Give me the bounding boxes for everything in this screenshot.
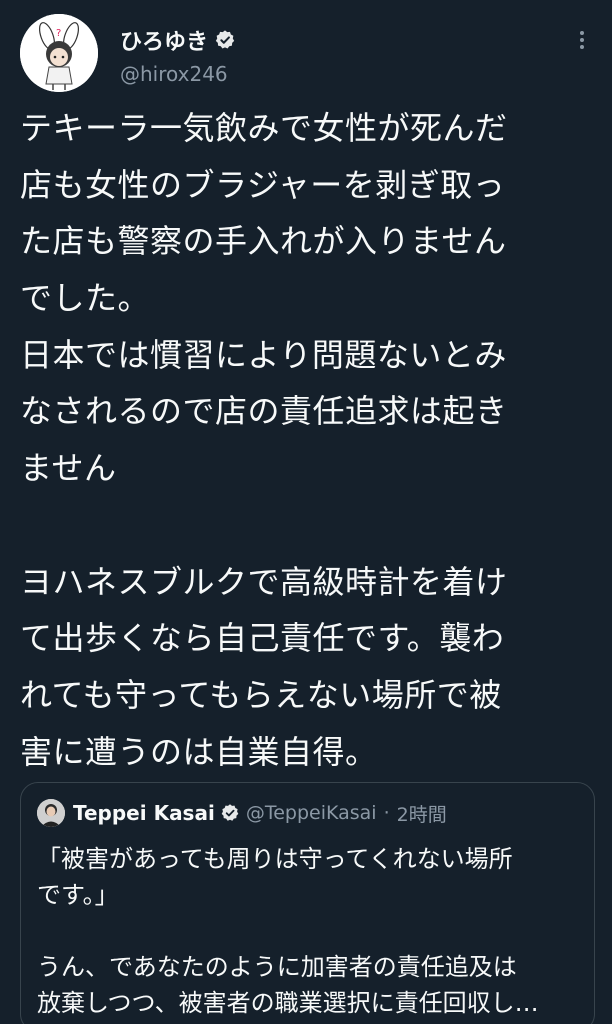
tweet-line: れても守ってもらえない場所で被 xyxy=(20,675,502,714)
quoted-tweet-text: 「被害があっても周りは守ってくれない場所 です。」 うん、であなたのように加害者… xyxy=(37,841,582,1021)
tweet-line: 害に遭うのは自業自得。 xyxy=(20,732,378,771)
quoted-tweet-card[interactable]: Teppei Kasai @TeppeiKasai · 2時間 「被害があっても… xyxy=(20,782,595,1024)
quote-line-blank xyxy=(37,913,582,949)
quoted-timestamp[interactable]: 2時間 xyxy=(397,800,447,827)
verified-badge-icon xyxy=(214,29,236,51)
quoted-author-name[interactable]: Teppei Kasai xyxy=(73,801,215,825)
tweet-line: ません xyxy=(20,449,117,488)
tweet-text: テキーラ一気飲みで女性が死んだ 店も女性のブラジャーを剥ぎ取っ た店も警察の手入… xyxy=(20,100,592,780)
separator-dot: · xyxy=(383,802,390,824)
quote-line: です。」 xyxy=(37,881,119,909)
tweet-line: ヨハネスブルクで高級時計を着け xyxy=(20,562,508,601)
svg-text:?: ? xyxy=(56,28,61,39)
avatar-illustration: ? xyxy=(20,14,98,92)
tweet-view: ? ひろゆき @hirox246 テキーラ一気飲みで女性が死んだ 店も女性のブラ… xyxy=(0,0,612,1024)
quoted-author-avatar[interactable] xyxy=(37,799,65,827)
tweet-line: でした。 xyxy=(20,279,151,318)
tweet-header: ? ひろゆき @hirox246 xyxy=(20,14,592,94)
more-options-icon[interactable] xyxy=(572,28,592,52)
quoted-tweet-header: Teppei Kasai @TeppeiKasai · 2時間 xyxy=(37,799,447,827)
author-avatar[interactable]: ? xyxy=(20,14,98,92)
tweet-line: 日本では慣習により問題ないとみ xyxy=(20,335,507,374)
tweet-line: 店も女性のブラジャーを剥ぎ取っ xyxy=(20,165,506,204)
quote-line: 「被害があっても周りは守ってくれない場所 xyxy=(37,845,513,873)
quote-line: 放棄しつつ、被害者の職業選択に責任回収し… xyxy=(37,989,539,1017)
quote-line: うん、であなたのように加害者の責任追及は xyxy=(37,953,517,981)
author-name-row: ひろゆき xyxy=(120,24,236,56)
author-display-name[interactable]: ひろゆき xyxy=(120,24,208,56)
tweet-line: た店も警察の手入れが入りません xyxy=(20,222,507,261)
quoted-avatar-photo xyxy=(37,799,65,827)
author-handle[interactable]: @hirox246 xyxy=(120,62,228,86)
verified-badge-icon xyxy=(220,803,240,823)
tweet-line: なされるので店の責任追求は起き xyxy=(20,392,508,431)
tweet-line: て出歩くなら自己責任です。襲わ xyxy=(20,619,505,658)
quoted-author-handle[interactable]: @TeppeiKasai xyxy=(246,802,377,824)
tweet-line: テキーラ一気飲みで女性が死んだ xyxy=(20,109,508,147)
